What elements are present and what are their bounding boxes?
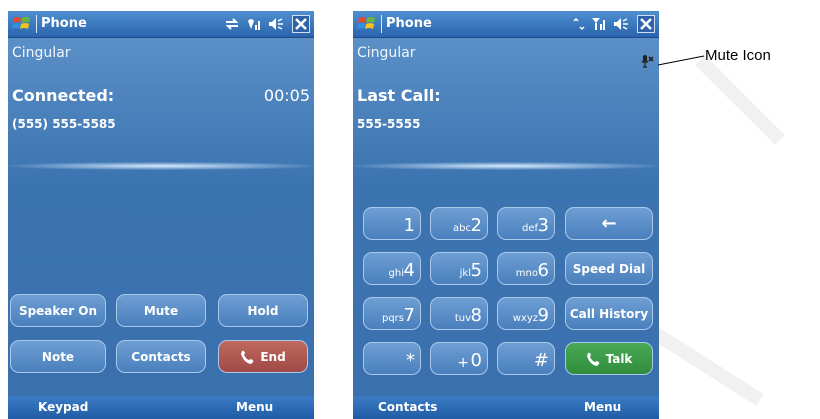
callout-line	[657, 55, 705, 66]
mute-icon-callout-label: Mute Icon	[705, 47, 771, 64]
